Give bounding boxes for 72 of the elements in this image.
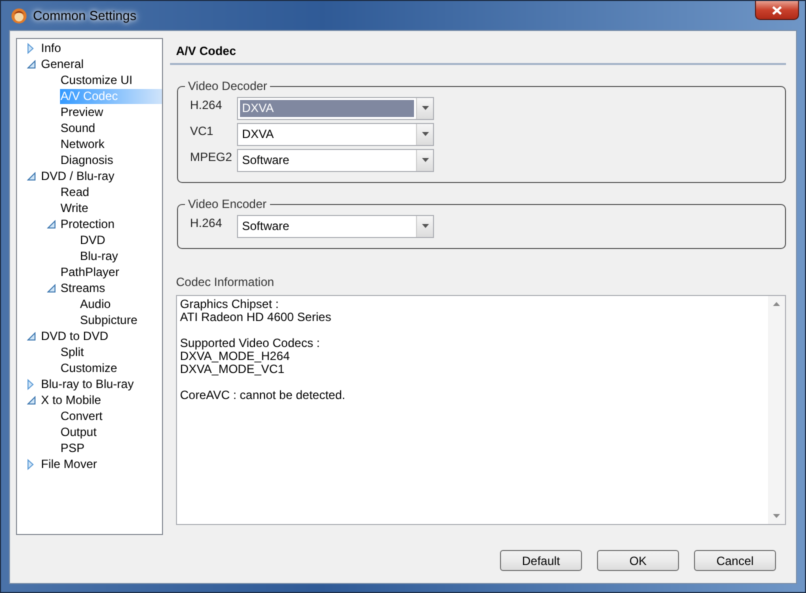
- tree-item[interactable]: Diagnosis: [60, 152, 162, 168]
- tree-item[interactable]: File Mover: [40, 456, 162, 472]
- tree-item[interactable]: Convert: [60, 408, 162, 424]
- caret-icon: [422, 106, 428, 110]
- tree-item[interactable]: X to Mobile: [40, 392, 162, 408]
- tree-item[interactable]: Protection: [60, 216, 162, 232]
- info-text-area[interactable]: Graphics Chipset : ATI Radeon HD 4600 Series Supported Video Codecs : DXVA_MODE_H264 DXVA_MODE_VC1 CoreAVC : cannot be detected.: [176, 295, 786, 525]
- tree-item[interactable]: Network: [60, 136, 162, 152]
- info-line: DXVA_MODE_VC1: [180, 363, 284, 376]
- info-line: DXVA_MODE_H264: [180, 350, 291, 363]
- tree-item[interactable]: Sound: [60, 120, 162, 136]
- field-label: H.264: [190, 98, 224, 112]
- info-label: Codec Information: [176, 275, 276, 289]
- dropdown-value: Software: [241, 152, 290, 168]
- tree-item[interactable]: Preview: [60, 104, 162, 120]
- expanded-arrow-icon[interactable]: [27, 172, 36, 180]
- tree-item[interactable]: Blu-ray: [79, 248, 162, 264]
- close-icon: [772, 6, 782, 14]
- expanded-arrow-icon[interactable]: [27, 60, 36, 68]
- group-title: Video Encoder: [187, 197, 268, 211]
- caret-icon: [422, 158, 428, 162]
- tree-item[interactable]: Write: [60, 200, 162, 216]
- dropdown[interactable]: Software: [237, 214, 434, 238]
- collapsed-arrow-icon[interactable]: [27, 378, 34, 390]
- tree-item[interactable]: DVD / Blu-ray: [40, 168, 162, 184]
- tree-item[interactable]: General: [40, 56, 162, 72]
- caret-icon: [422, 224, 428, 228]
- expanded-arrow-icon[interactable]: [27, 332, 36, 340]
- scroll-down-icon[interactable]: [773, 514, 780, 518]
- tree-item[interactable]: Audio: [79, 296, 162, 312]
- dropdown-value: DXVA: [241, 126, 275, 142]
- app-logo-icon: [11, 8, 27, 24]
- expanded-arrow-icon[interactable]: [46, 220, 56, 228]
- dropdown[interactable]: DXVA: [237, 122, 434, 146]
- dialog-button[interactable]: OK: [597, 550, 679, 571]
- tree-item[interactable]: Split: [60, 344, 162, 360]
- dropdown[interactable]: Software: [237, 148, 434, 172]
- dropdown-value: DXVA: [240, 100, 414, 116]
- tree-item[interactable]: Output: [60, 424, 162, 440]
- dialog-button[interactable]: Default: [500, 550, 582, 571]
- field-label: VC1: [190, 124, 214, 138]
- dropdown[interactable]: DXVA: [237, 96, 434, 120]
- panel-title: A/V Codec: [170, 38, 786, 65]
- field-label: H.264: [190, 216, 224, 230]
- info-line: CoreAVC : cannot be detected.: [180, 389, 346, 402]
- tree-item[interactable]: Customize: [60, 360, 162, 376]
- tree-item[interactable]: Streams: [60, 280, 162, 296]
- expanded-arrow-icon[interactable]: [27, 396, 36, 404]
- collapsed-arrow-icon[interactable]: [27, 458, 34, 470]
- scrollbar[interactable]: [768, 296, 785, 524]
- tree-item[interactable]: DVD to DVD: [40, 328, 162, 344]
- tree-item[interactable]: PathPlayer: [60, 264, 162, 280]
- expanded-arrow-icon[interactable]: [46, 284, 56, 292]
- tree-item[interactable]: Customize UI: [60, 72, 162, 88]
- tree-item[interactable]: PSP: [60, 440, 162, 456]
- dropdown-value: Software: [241, 218, 290, 234]
- tree-item[interactable]: Info: [40, 40, 162, 56]
- tree-item[interactable]: Subpicture: [79, 312, 162, 328]
- caret-icon: [422, 132, 428, 136]
- info-line: Graphics Chipset :: [180, 298, 280, 311]
- tree-item[interactable]: DVD: [79, 232, 162, 248]
- scroll-up-icon[interactable]: [773, 302, 780, 306]
- info-line: Supported Video Codecs :: [180, 337, 321, 350]
- tree-item[interactable]: Blu-ray to Blu-ray: [40, 376, 162, 392]
- window-title: Common Settings: [33, 8, 136, 23]
- dialog-button[interactable]: Cancel: [694, 550, 776, 571]
- info-line: ATI Radeon HD 4600 Series: [180, 311, 332, 324]
- close-button[interactable]: [755, 1, 799, 20]
- field-label: MPEG2: [190, 150, 234, 164]
- collapsed-arrow-icon[interactable]: [27, 42, 34, 54]
- tree-item[interactable]: Read: [60, 184, 162, 200]
- group-title: Video Decoder: [187, 79, 268, 93]
